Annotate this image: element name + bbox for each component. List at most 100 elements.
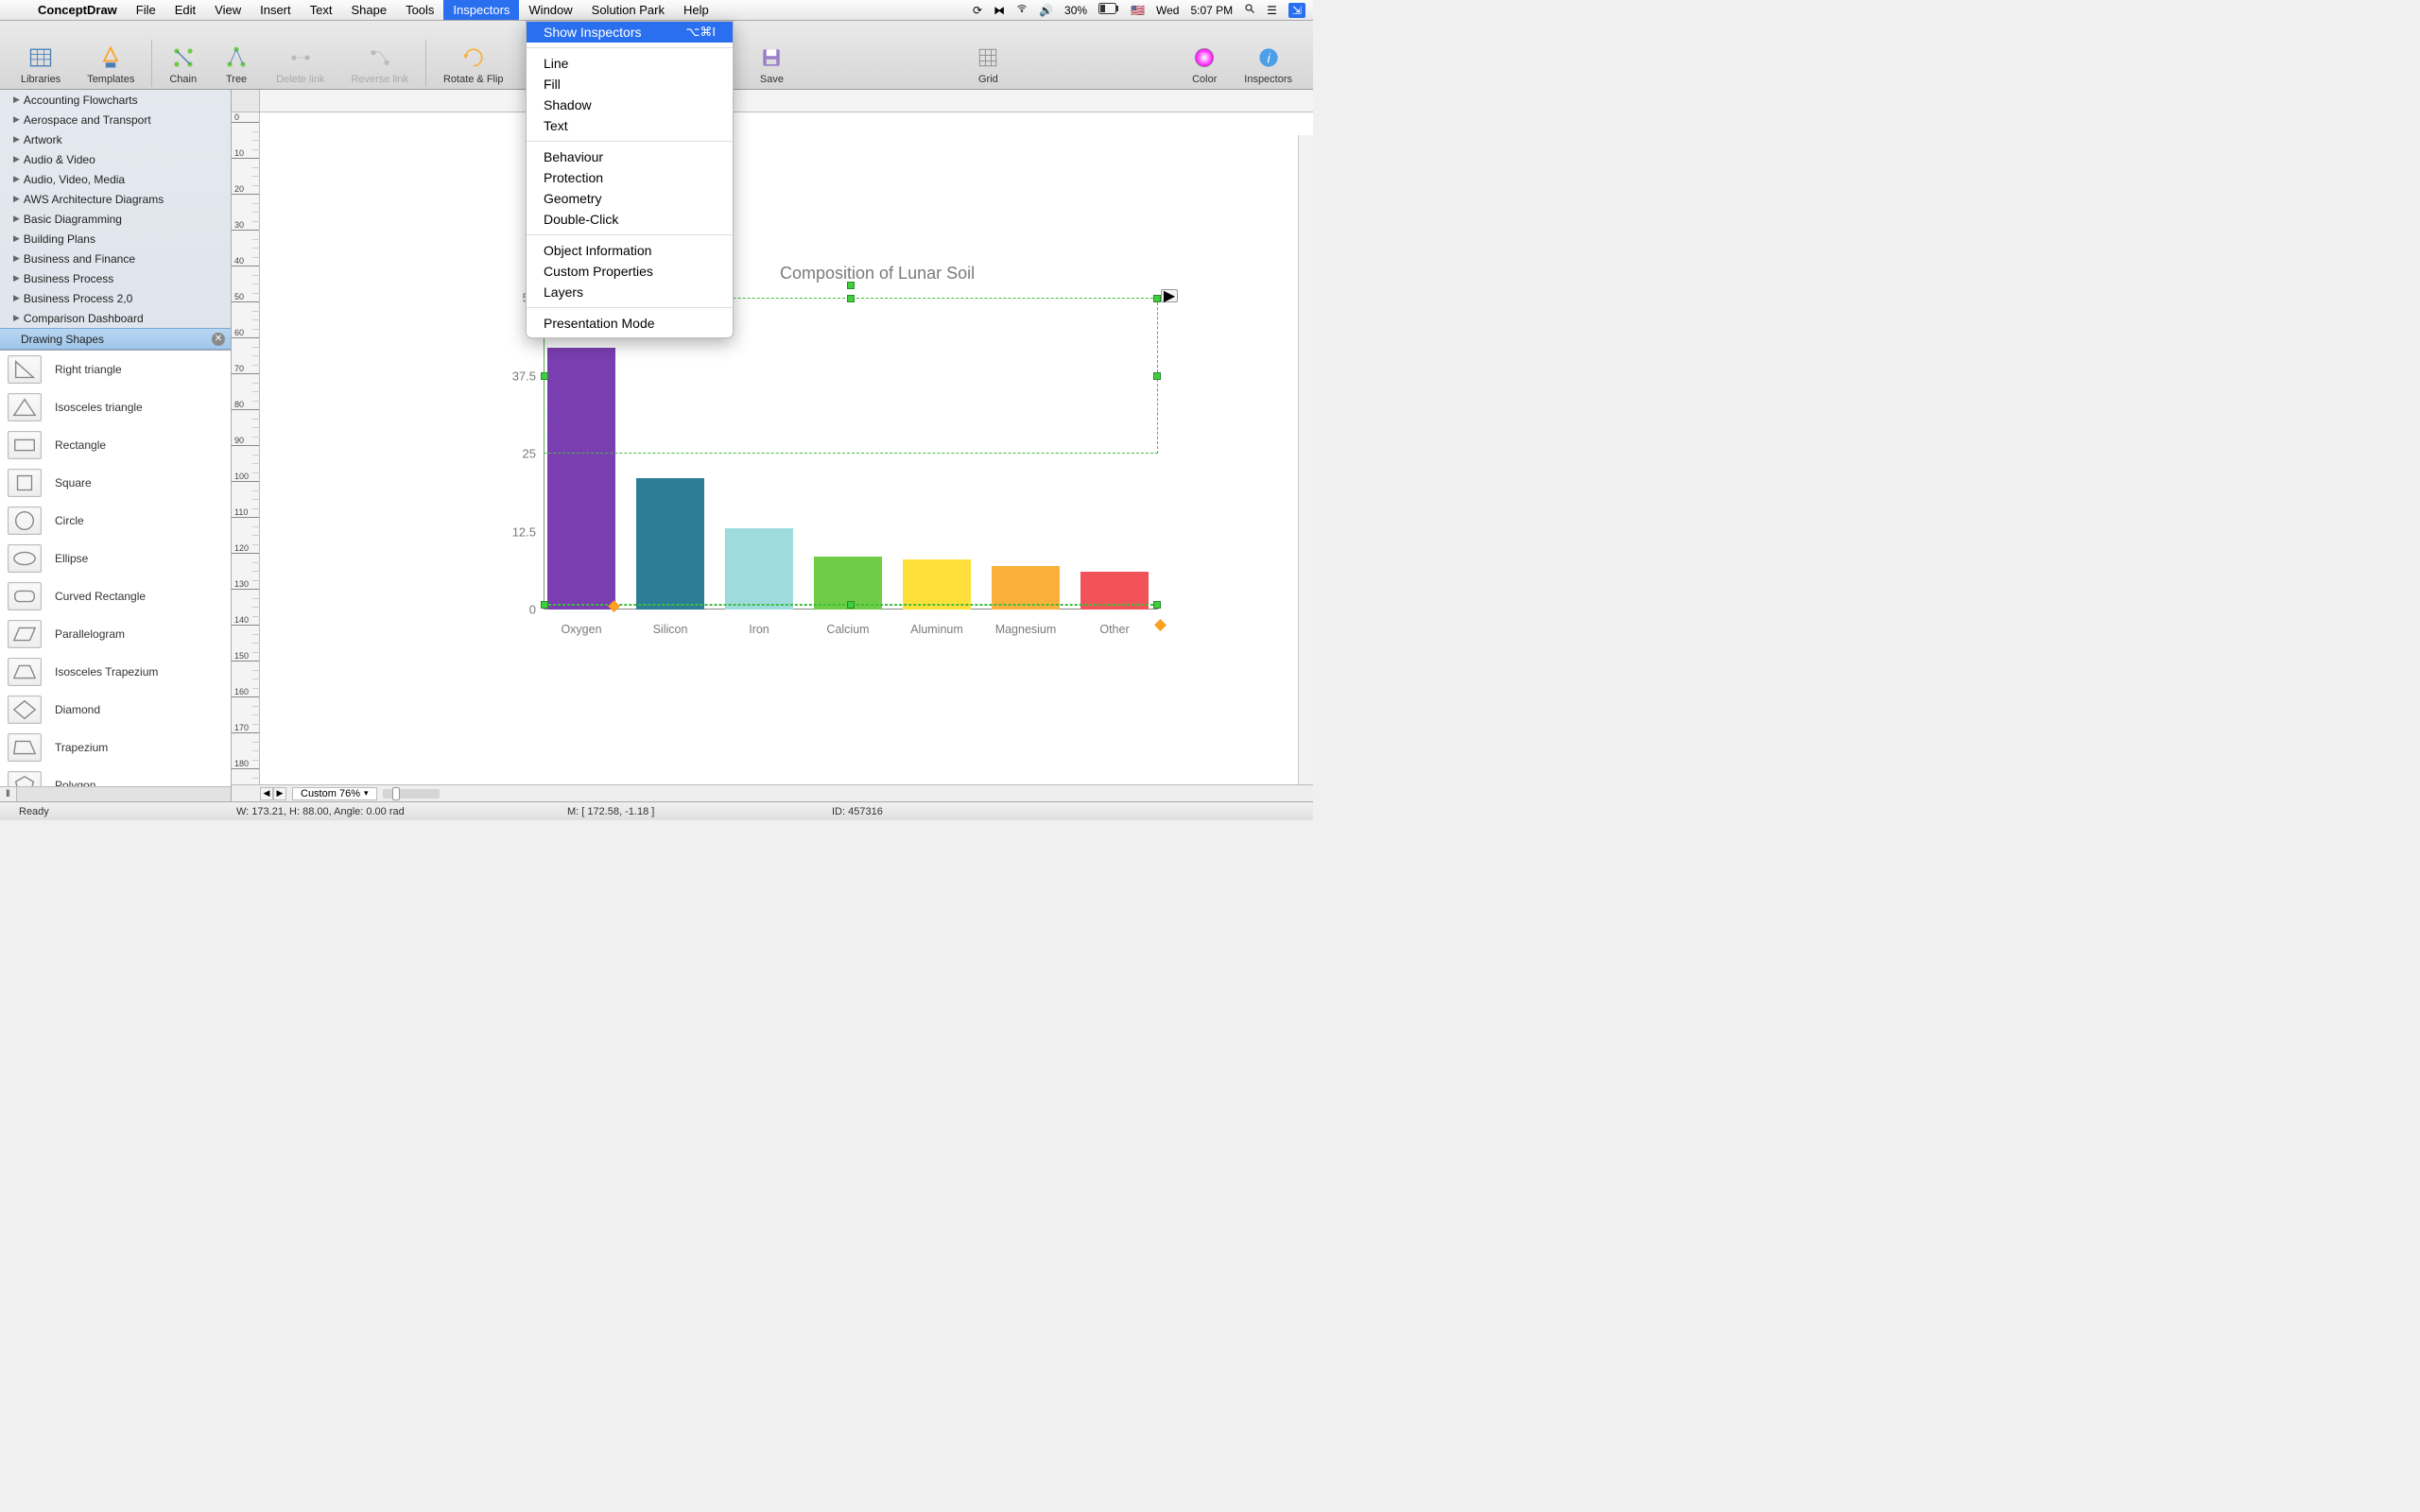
dropdown-item-geometry[interactable]: Geometry [527, 188, 733, 209]
dropdown-item-double-click[interactable]: Double-Click [527, 209, 733, 230]
dropdown-item-text[interactable]: Text [527, 115, 733, 136]
toolbar-label: Grid [978, 74, 998, 85]
volume-icon[interactable]: 🔊 [1039, 4, 1053, 17]
sync-icon[interactable]: ⟳ [973, 4, 982, 17]
shape-item[interactable]: Circle [0, 502, 231, 540]
wifi-icon[interactable] [1016, 3, 1028, 17]
menu-insert[interactable]: Insert [251, 0, 301, 20]
category-item[interactable]: ▶Business Process 2,0 [0, 288, 231, 308]
shape-item[interactable]: Polygon [0, 766, 231, 786]
category-item[interactable]: ▶Comparison Dashboard [0, 308, 231, 328]
menu-solution-park[interactable]: Solution Park [582, 0, 674, 20]
zoom-slider[interactable] [383, 789, 440, 799]
menu-text[interactable]: Text [301, 0, 342, 20]
menu-file[interactable]: File [127, 0, 165, 20]
category-item[interactable]: ▶Building Plans [0, 229, 231, 249]
shape-item[interactable]: Isosceles Trapezium [0, 653, 231, 691]
smart-action-button[interactable]: ▶ [1161, 289, 1178, 302]
dropdown-label: Text [544, 118, 568, 133]
shape-item[interactable]: Curved Rectangle [0, 577, 231, 615]
chart-bar[interactable] [725, 528, 793, 610]
category-item[interactable]: ▶Artwork [0, 129, 231, 149]
menu-inspectors[interactable]: Inspectors [443, 0, 519, 20]
category-item[interactable]: ▶AWS Architecture Diagrams [0, 189, 231, 209]
toolbar-templates[interactable]: Templates [74, 44, 147, 87]
category-item[interactable]: ▶Business and Finance [0, 249, 231, 268]
shape-item[interactable]: Diamond [0, 691, 231, 729]
shape-item[interactable]: Isosceles triangle [0, 388, 231, 426]
menu-tools[interactable]: Tools [396, 0, 443, 20]
category-item[interactable]: ▶Aerospace and Transport [0, 110, 231, 129]
chart-title: Composition of Lunar Soil [780, 264, 975, 284]
resize-handle[interactable] [1153, 295, 1161, 302]
category-item[interactable]: ▶Audio, Video, Media [0, 169, 231, 189]
dropdown-item-show-inspectors[interactable]: Show Inspectors⌥⌘I [527, 22, 733, 43]
menu-edit[interactable]: Edit [165, 0, 205, 20]
page-prev-button[interactable]: ◀ [260, 787, 273, 800]
shape-item[interactable]: Right triangle [0, 351, 231, 388]
category-item[interactable]: ▶Audio & Video [0, 149, 231, 169]
chart-bar[interactable] [903, 559, 971, 610]
dropdown-item-protection[interactable]: Protection [527, 167, 733, 188]
spotlight-icon[interactable] [1244, 3, 1255, 17]
menu-icon[interactable]: ☰ [1267, 4, 1277, 17]
shape-item[interactable]: Square [0, 464, 231, 502]
toolbar-delete-link: Delete link [263, 44, 337, 87]
resize-handle[interactable] [541, 601, 548, 609]
menu-shape[interactable]: Shape [341, 0, 396, 20]
battery-icon[interactable] [1098, 3, 1119, 17]
page-nav: ◀ ▶ [260, 787, 286, 800]
app-name[interactable]: ConceptDraw [28, 3, 127, 17]
toolbar-color[interactable]: Color [1178, 44, 1231, 87]
category-item[interactable]: ▶Accounting Flowcharts [0, 90, 231, 110]
dropdown-item-behaviour[interactable]: Behaviour [527, 146, 733, 167]
canvas[interactable]: Composition of Lunar Soil Rrlative conce… [260, 112, 1313, 784]
menu-view[interactable]: View [205, 0, 251, 20]
dropdown-item-shadow[interactable]: Shadow [527, 94, 733, 115]
resize-handle[interactable] [1153, 601, 1161, 609]
category-item[interactable]: ▶Business Process [0, 268, 231, 288]
close-icon[interactable]: ✕ [212, 333, 225, 346]
zoom-slider-thumb[interactable] [392, 787, 400, 800]
category-selected[interactable]: Drawing Shapes ✕ [0, 328, 231, 350]
resize-handle[interactable] [847, 295, 855, 302]
menu-window[interactable]: Window [519, 0, 581, 20]
zoom-selector[interactable]: Custom 76% ▾ [292, 787, 377, 800]
shape-item[interactable]: Parallelogram [0, 615, 231, 653]
menu-help[interactable]: Help [674, 0, 718, 20]
category-item[interactable]: ▶Basic Diagramming [0, 209, 231, 229]
dropdown-item-object-information[interactable]: Object Information [527, 240, 733, 261]
resize-handle[interactable] [541, 372, 548, 380]
toolbar-rotate-flip[interactable]: Rotate & Flip [430, 44, 517, 87]
shape-swatch [8, 393, 42, 421]
toolbar-label: Save [760, 74, 784, 85]
toolbar-libraries[interactable]: Libraries [8, 44, 74, 87]
shape-label: Trapezium [55, 741, 108, 754]
resize-handle[interactable] [1153, 372, 1161, 380]
toolbar-grid[interactable]: Grid [961, 44, 1014, 87]
shape-item[interactable]: Rectangle [0, 426, 231, 464]
toolbar-save[interactable]: Save [745, 44, 798, 87]
dropdown-item-line[interactable]: Line [527, 53, 733, 74]
toolbar-chain[interactable]: Chain [156, 44, 210, 87]
dropdown-item-custom-properties[interactable]: Custom Properties [527, 261, 733, 282]
resize-handle[interactable] [847, 601, 855, 609]
rotate-handle[interactable] [847, 282, 855, 289]
dropdown-item-presentation-mode[interactable]: Presentation Mode [527, 313, 733, 334]
toolbar-inspectors[interactable]: iInspectors [1231, 44, 1305, 87]
xcategory: Oxygen [547, 623, 615, 636]
vertical-ruler [232, 112, 260, 784]
dropdown-item-layers[interactable]: Layers [527, 282, 733, 302]
flag-icon[interactable]: 🇺🇸 [1131, 4, 1145, 17]
bluetooth-icon[interactable]: ⧓ [994, 4, 1005, 17]
toolbar-tree[interactable]: Tree [210, 44, 263, 87]
notification-icon[interactable]: ⇲ [1288, 3, 1305, 18]
control-handle[interactable] [1154, 619, 1167, 631]
chart-bar[interactable] [636, 478, 704, 610]
page-next-button[interactable]: ▶ [273, 787, 286, 800]
shape-item[interactable]: Ellipse [0, 540, 231, 577]
dropdown-item-fill[interactable]: Fill [527, 74, 733, 94]
sidebar-collapse-button[interactable]: ‖ [0, 787, 17, 801]
vertical-scrollbar[interactable] [1298, 135, 1313, 784]
shape-item[interactable]: Trapezium [0, 729, 231, 766]
